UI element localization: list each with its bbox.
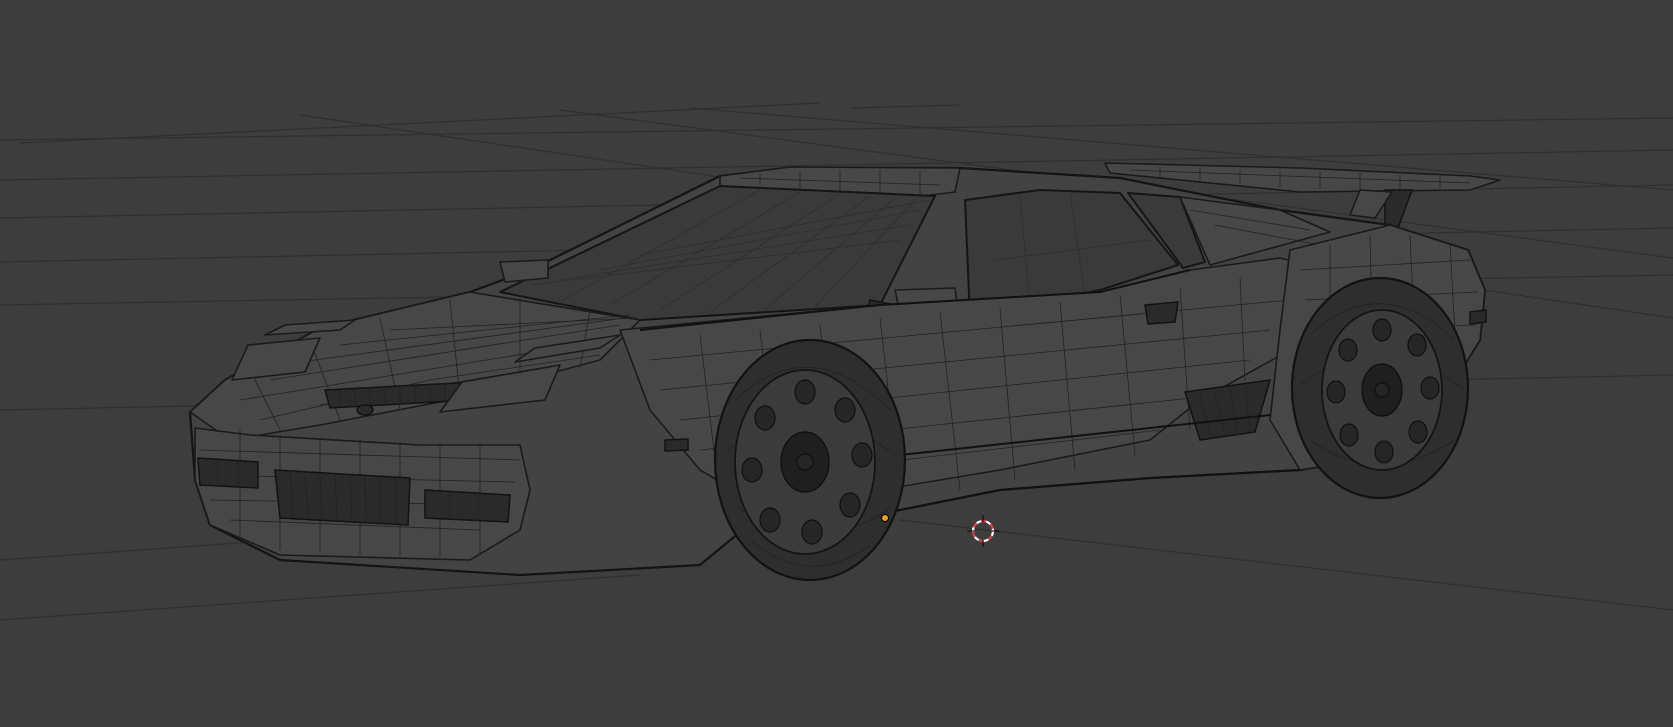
rear-wheel <box>1290 276 1470 500</box>
object-origin-icon[interactable] <box>881 514 889 522</box>
3d-cursor-icon[interactable] <box>967 515 999 547</box>
front-wheel <box>713 338 907 582</box>
3d-viewport[interactable] <box>0 0 1673 727</box>
viewport-canvas[interactable] <box>0 0 1673 727</box>
